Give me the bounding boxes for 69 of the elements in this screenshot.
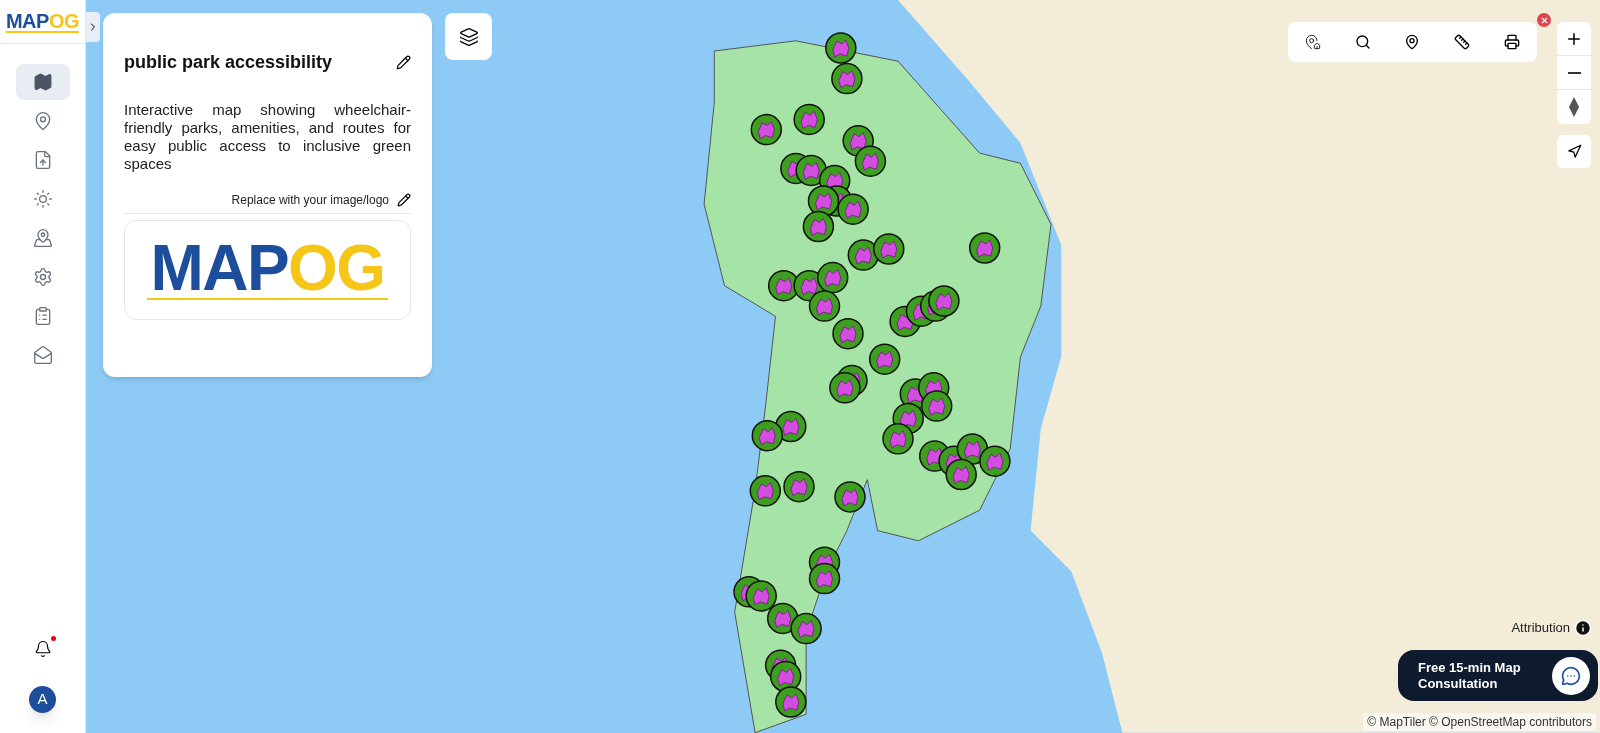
map-icon — [32, 72, 53, 92]
attribution-label: Attribution — [1511, 619, 1570, 637]
park-marker — [790, 612, 822, 645]
map-description: Interactive map showing wheelchair-friendly parks, amenities, and routes for easy public access to inclusive green spaces — [124, 101, 411, 173]
logo-hint: Replace with your image/logo — [231, 192, 389, 209]
logo-text: MAP — [150, 240, 288, 298]
park-marker — [832, 317, 864, 350]
park-marker — [968, 232, 1001, 264]
park-marker — [750, 113, 783, 146]
park-marker — [829, 372, 861, 404]
park-marker — [749, 475, 782, 507]
edit-logo-button[interactable] — [397, 193, 411, 207]
settings-icon — [32, 267, 53, 287]
sun-icon — [32, 189, 53, 209]
logo-text: MAP — [5, 10, 49, 31]
logo-text: OG — [288, 240, 385, 298]
sidebar-toggle[interactable] — [86, 12, 100, 42]
park-marker — [979, 445, 1011, 477]
park-marker — [775, 686, 807, 718]
park-marker — [783, 470, 815, 503]
envelope-icon — [32, 345, 53, 365]
map-icon — [1304, 34, 1321, 50]
park-marker — [825, 32, 857, 64]
pin-icon — [1404, 34, 1421, 50]
search-icon — [1354, 34, 1371, 50]
map-copyright: © MapTiler © OpenStreetMap contributors — [1363, 713, 1596, 731]
park-marker — [831, 62, 863, 95]
park-marker — [868, 343, 901, 375]
park-marker — [854, 145, 887, 177]
park-marker — [928, 285, 960, 317]
park-marker — [808, 562, 841, 595]
park-marker — [802, 210, 835, 243]
navigate-icon — [1566, 144, 1582, 159]
pin-button[interactable] — [1404, 34, 1421, 50]
info-icon — [1574, 618, 1592, 637]
ruler-icon — [1454, 34, 1471, 50]
park-marker — [920, 390, 953, 422]
edit-title-button[interactable] — [396, 55, 411, 70]
layers-icon — [458, 26, 479, 47]
park-marker — [873, 233, 905, 265]
park-marker — [882, 423, 914, 455]
measure-button[interactable] — [1454, 34, 1471, 50]
park-marker — [745, 580, 777, 612]
locate-button[interactable] — [1557, 135, 1591, 168]
park-marker — [751, 419, 784, 452]
pencil-icon — [397, 193, 411, 207]
layers-button[interactable] — [445, 13, 492, 60]
minus-icon — [1567, 71, 1581, 74]
print-icon — [1504, 34, 1521, 50]
close-icon — [1539, 15, 1549, 25]
map-pin-icon — [32, 228, 53, 248]
search-button[interactable] — [1354, 34, 1371, 50]
logo-text: OG — [48, 10, 80, 31]
bell-icon — [33, 640, 52, 658]
park-marker — [834, 481, 866, 513]
print-button[interactable] — [1504, 34, 1521, 50]
park-marker — [837, 193, 869, 225]
park-marker — [816, 261, 849, 294]
pencil-icon — [396, 55, 411, 70]
sidebar-item[interactable] — [15, 64, 70, 100]
park-marker — [808, 290, 841, 322]
compass-icon — [1569, 97, 1579, 117]
park-marker — [945, 458, 977, 491]
chat-icon — [1561, 665, 1581, 686]
park-marker — [793, 103, 825, 136]
map-title: public park accessibility — [124, 51, 333, 74]
consultation-button[interactable]: Free 15-min Map Consultation — [1398, 650, 1598, 701]
map-view-button[interactable] — [1304, 34, 1321, 50]
user-avatar[interactable]: A — [29, 686, 56, 713]
